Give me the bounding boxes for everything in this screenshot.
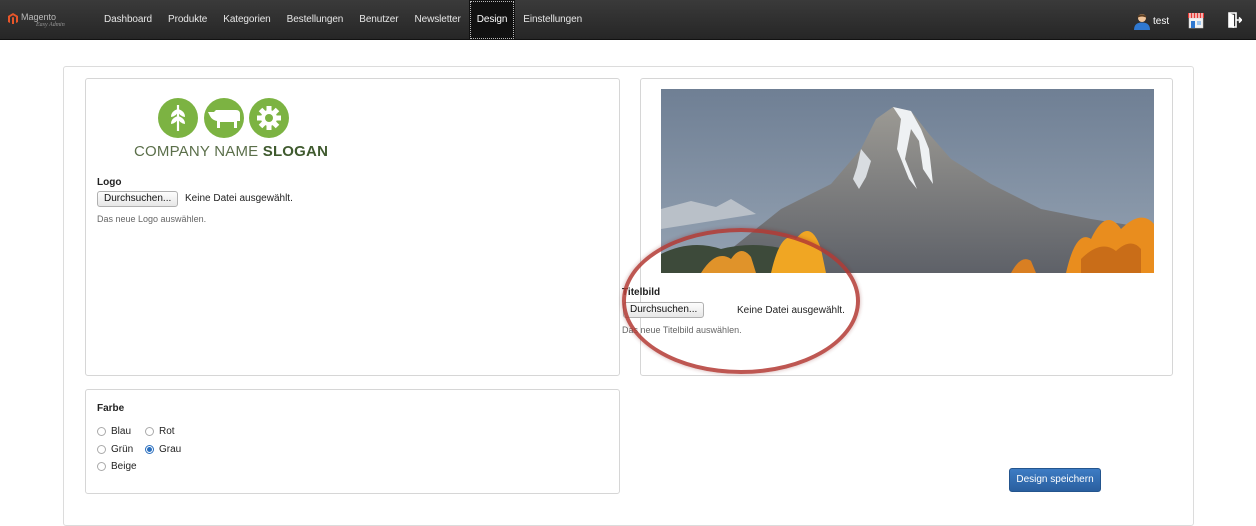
color-option-label: Rot [159,426,175,437]
logo-browse-button[interactable]: Durchsuchen... [97,191,179,207]
logo-help-text: Das neue Logo auswählen. [97,214,207,224]
color-option-blau[interactable]: Blau [97,426,131,437]
logo-company-name: COMPANY NAME [134,143,263,160]
nav-item-newsletter[interactable]: Newsletter [407,0,469,40]
brand-subtitle: Easy Admin [36,22,65,28]
magento-logo-icon [8,13,18,24]
company-logo-preview: COMPANY NAME SLOGAN [134,95,328,160]
brand-name: Magento [21,12,57,22]
save-design-button[interactable]: Design speichern [1009,468,1101,492]
color-option-label: Grün [111,444,134,455]
radio-gruen[interactable] [97,445,106,454]
nav-item-benutzer[interactable]: Benutzer [351,0,406,40]
user-name: test [1153,15,1170,27]
color-option-rot[interactable]: Rot [145,426,175,437]
title-image-help-text: Das neue Titelbild auswählen. [622,325,742,335]
color-option-label: Grau [159,444,182,455]
nav-item-dashboard[interactable]: Dashboard [96,0,160,40]
user-menu[interactable]: test [1134,12,1169,30]
nav-item-produkte[interactable]: Produkte [160,0,215,40]
store-icon[interactable] [1187,11,1205,29]
color-panel: Farbe Blau Rot Grün Grau Beige [85,389,620,494]
logo-caption: COMPANY NAME SLOGAN [134,143,334,160]
radio-rot[interactable] [145,427,154,436]
logo-file-status: Keine Datei ausgewählt. [185,193,293,204]
main-nav: Dashboard Produkte Kategorien Bestellung… [96,0,590,40]
logo-label: Logo [97,177,122,188]
title-image-label: Titelbild [622,287,661,298]
logout-icon[interactable] [1228,12,1242,28]
company-logo-icons [158,98,289,138]
radio-blau[interactable] [97,427,106,436]
user-icon [1134,13,1150,30]
radio-grau[interactable] [145,445,154,454]
color-option-gruen[interactable]: Grün [97,444,133,455]
nav-item-design[interactable]: Design [468,0,516,40]
color-label: Farbe [97,403,125,414]
nav-item-einstellungen[interactable]: Einstellungen [515,0,590,40]
title-image-file-status: Keine Datei ausgewählt. [737,305,845,316]
title-image-browse-button[interactable]: Durchsuchen... [623,302,705,318]
color-option-grau[interactable]: Grau [145,444,181,455]
color-option-label: Beige [111,461,137,472]
color-option-beige[interactable]: Beige [97,461,137,472]
nav-item-kategorien[interactable]: Kategorien [215,0,278,40]
magento-logo[interactable]: Magento Easy Admin [8,11,88,31]
nav-item-bestellungen[interactable]: Bestellungen [279,0,352,40]
title-image-preview [661,89,1154,273]
logo-panel: COMPANY NAME SLOGAN Logo Durchsuchen... … [85,78,620,376]
top-navigation-bar: Magento Easy Admin Dashboard Produkte Ka… [0,0,1256,40]
title-image-panel: Titelbild Durchsuchen... Keine Datei aus… [622,78,1173,376]
color-option-label: Blau [111,426,132,437]
logo-slogan: SLOGAN [262,143,329,160]
radio-beige[interactable] [97,462,106,471]
